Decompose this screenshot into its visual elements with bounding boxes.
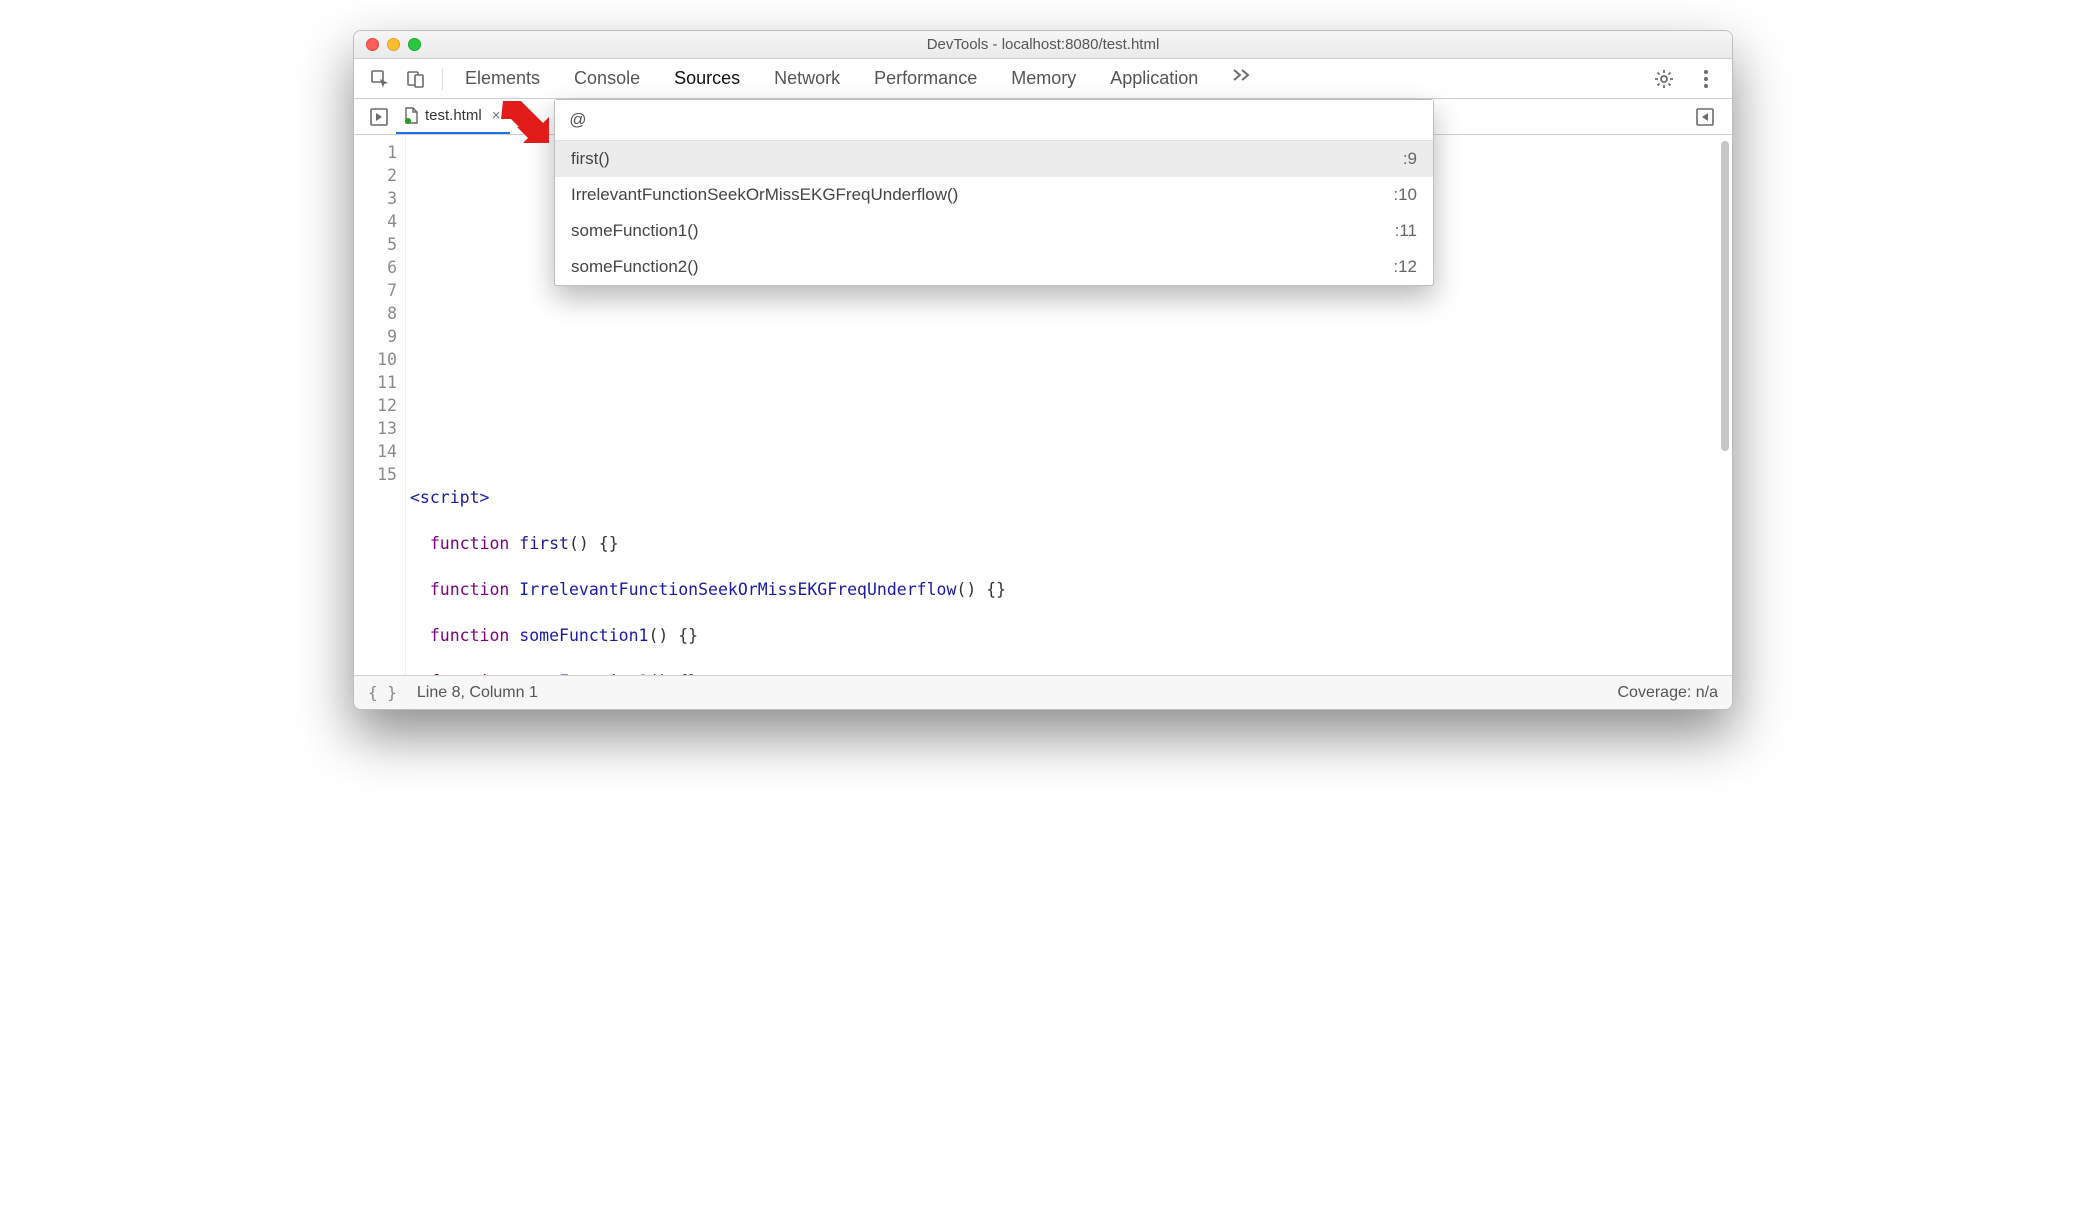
file-tab-test-html[interactable]: test.html × bbox=[396, 99, 510, 134]
toolbar-separator bbox=[442, 68, 443, 90]
tab-application[interactable]: Application bbox=[1108, 64, 1200, 93]
close-window-button[interactable] bbox=[366, 38, 379, 51]
quick-open-item-line: :9 bbox=[1403, 149, 1417, 169]
quick-open-item-label: someFunction2() bbox=[571, 257, 699, 277]
line-number-gutter: 123456789101112131415 bbox=[354, 135, 406, 675]
quick-open-list: first() :9 IrrelevantFunctionSeekOrMissE… bbox=[555, 141, 1433, 285]
toolbar-right bbox=[1648, 63, 1722, 95]
navigator-toggle-icon[interactable] bbox=[362, 99, 396, 134]
quick-open-input[interactable] bbox=[555, 100, 1433, 141]
window-title: DevTools - localhost:8080/test.html bbox=[354, 36, 1732, 53]
main-toolbar: Elements Console Sources Network Perform… bbox=[354, 59, 1732, 99]
close-tab-icon[interactable]: × bbox=[492, 107, 501, 124]
zoom-window-button[interactable] bbox=[408, 38, 421, 51]
inspect-element-icon[interactable] bbox=[364, 63, 396, 95]
pretty-print-icon[interactable]: { } bbox=[368, 683, 397, 702]
editor-tabstrip: test.html × first() :9 IrrelevantFunctio… bbox=[354, 99, 1732, 135]
tab-sources[interactable]: Sources bbox=[672, 64, 742, 93]
quick-open-item[interactable]: first() :9 bbox=[555, 141, 1433, 177]
status-bar: { } Line 8, Column 1 Coverage: n/a bbox=[354, 675, 1732, 709]
tabs-overflow-icon[interactable] bbox=[1230, 64, 1254, 93]
cursor-position: Line 8, Column 1 bbox=[417, 684, 538, 702]
tab-elements[interactable]: Elements bbox=[463, 64, 542, 93]
settings-gear-icon[interactable] bbox=[1648, 63, 1680, 95]
device-toolbar-icon[interactable] bbox=[400, 63, 432, 95]
tab-console[interactable]: Console bbox=[572, 64, 642, 93]
quick-open-item[interactable]: someFunction1() :11 bbox=[555, 213, 1433, 249]
quick-open-item-label: someFunction1() bbox=[571, 221, 699, 241]
coverage-status: Coverage: n/a bbox=[1617, 684, 1718, 702]
quick-open-popup: first() :9 IrrelevantFunctionSeekOrMissE… bbox=[554, 99, 1434, 286]
panel-tabs: Elements Console Sources Network Perform… bbox=[463, 64, 1644, 93]
quick-open-item-line: :12 bbox=[1393, 257, 1417, 277]
quick-open-item-label: first() bbox=[571, 149, 610, 169]
file-icon bbox=[404, 107, 419, 124]
quick-open-item-line: :11 bbox=[1395, 221, 1417, 241]
quick-open-item-label: IrrelevantFunctionSeekOrMissEKGFreqUnder… bbox=[571, 185, 958, 205]
devtools-window: DevTools - localhost:8080/test.html Elem… bbox=[353, 30, 1733, 710]
file-tab-label: test.html bbox=[425, 107, 482, 124]
debugger-sidebar-toggle-icon[interactable] bbox=[1688, 108, 1722, 126]
quick-open-item-line: :10 bbox=[1393, 185, 1417, 205]
titlebar: DevTools - localhost:8080/test.html bbox=[354, 31, 1732, 59]
vertical-scrollbar[interactable] bbox=[1721, 141, 1729, 451]
quick-open-item[interactable]: someFunction2() :12 bbox=[555, 249, 1433, 285]
tab-memory[interactable]: Memory bbox=[1009, 64, 1078, 93]
kebab-menu-icon[interactable] bbox=[1690, 63, 1722, 95]
tab-performance[interactable]: Performance bbox=[872, 64, 979, 93]
minimize-window-button[interactable] bbox=[387, 38, 400, 51]
traffic-lights bbox=[354, 38, 421, 51]
tab-network[interactable]: Network bbox=[772, 64, 842, 93]
quick-open-item[interactable]: IrrelevantFunctionSeekOrMissEKGFreqUnder… bbox=[555, 177, 1433, 213]
